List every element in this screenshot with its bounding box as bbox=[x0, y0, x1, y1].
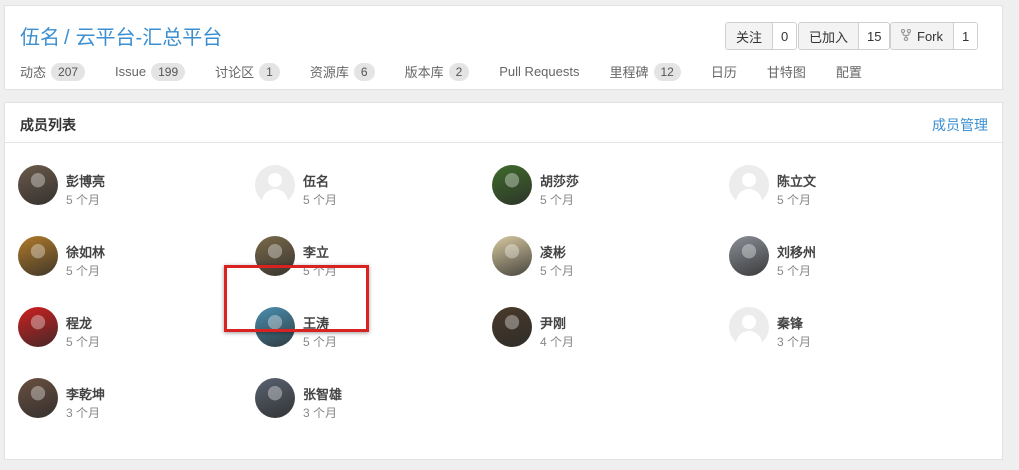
tab-activity[interactable]: 动态 207 bbox=[20, 62, 86, 81]
fork-label: Fork bbox=[917, 28, 943, 44]
tab-issue[interactable]: Issue 199 bbox=[115, 62, 186, 81]
member-avatar[interactable] bbox=[255, 378, 295, 418]
tab-count-badge: 199 bbox=[151, 62, 186, 81]
member-name[interactable]: 李乾坤 bbox=[66, 384, 105, 403]
tab-count-badge: 1 bbox=[259, 62, 280, 81]
tab-count-badge: 207 bbox=[51, 62, 86, 81]
member-joined-time: 5 个月 bbox=[66, 264, 101, 278]
member-avatar[interactable] bbox=[255, 165, 295, 205]
member-item[interactable]: 秦锋 3 个月 bbox=[729, 305, 929, 349]
tab-label: 配置 bbox=[835, 65, 862, 80]
member-name[interactable]: 凌彬 bbox=[540, 242, 566, 261]
tab-label: 资源库 bbox=[309, 65, 349, 80]
tab-count-badge: 2 bbox=[448, 62, 470, 81]
tab-label: 版本库 bbox=[404, 65, 444, 80]
project-link[interactable]: 云平台-汇总平台 bbox=[76, 27, 223, 49]
tab-count-badge: 6 bbox=[353, 62, 375, 81]
member-item[interactable]: 尹刚 4 个月 bbox=[492, 305, 692, 349]
member-item[interactable]: 伍名 5 个月 bbox=[255, 163, 455, 207]
owner-link[interactable]: 伍名 bbox=[20, 27, 60, 49]
member-avatar[interactable] bbox=[729, 236, 769, 276]
member-name[interactable]: 胡莎莎 bbox=[540, 171, 579, 190]
member-joined-time: 5 个月 bbox=[777, 193, 812, 207]
member-name[interactable]: 刘移州 bbox=[777, 242, 816, 261]
member-name[interactable]: 张智雄 bbox=[303, 384, 342, 403]
member-name[interactable]: 李立 bbox=[303, 242, 329, 261]
member-name[interactable]: 陈立文 bbox=[777, 171, 816, 190]
member-item[interactable]: 程龙 5 个月 bbox=[18, 305, 218, 349]
tab-gantt[interactable]: 甘特图 bbox=[767, 62, 806, 81]
member-item[interactable]: 陈立文 5 个月 bbox=[729, 163, 929, 207]
member-name[interactable]: 程龙 bbox=[66, 313, 92, 332]
tab-label: Pull Requests bbox=[499, 64, 580, 79]
member-avatar[interactable] bbox=[729, 307, 769, 347]
tab-resources[interactable]: 资源库 6 bbox=[310, 62, 375, 81]
member-joined-time: 5 个月 bbox=[66, 335, 101, 349]
member-avatar[interactable] bbox=[18, 236, 58, 276]
member-name[interactable]: 伍名 bbox=[303, 171, 329, 190]
tab-label: 动态 bbox=[20, 65, 47, 80]
project-tabs: 动态 207 Issue 199 讨论区 1 资源库 6 版本库 2 Pull Reque… bbox=[20, 62, 892, 81]
member-item[interactable]: 凌彬 5 个月 bbox=[492, 234, 692, 278]
member-item[interactable]: 彭博亮 5 个月 bbox=[18, 163, 218, 207]
fork-button[interactable]: Fork bbox=[891, 23, 954, 49]
members-header: 成员列表 成员管理 bbox=[5, 103, 1002, 143]
member-joined-time: 5 个月 bbox=[66, 193, 101, 207]
member-joined-time: 5 个月 bbox=[777, 264, 812, 278]
manage-members-link[interactable]: 成员管理 bbox=[932, 115, 988, 135]
title-separator: / bbox=[64, 27, 70, 49]
member-avatar[interactable] bbox=[18, 307, 58, 347]
tab-label: 讨论区 bbox=[215, 65, 255, 80]
member-avatar[interactable] bbox=[492, 307, 532, 347]
member-item[interactable]: 胡莎莎 5 个月 bbox=[492, 163, 692, 207]
tab-count-badge: 12 bbox=[653, 62, 681, 81]
fork-count[interactable]: 1 bbox=[954, 23, 978, 49]
project-header-panel: 伍名 / 云平台-汇总平台 关注 0 已加入 15 Fork 1 动态 207 Iss… bbox=[4, 5, 1003, 90]
member-joined-time: 3 个月 bbox=[66, 406, 101, 420]
member-avatar[interactable] bbox=[18, 165, 58, 205]
members-panel: 成员列表 成员管理 彭博亮 5 个月 伍名 5 个月 胡莎莎 5 个月 陈立文 5 个月 徐如林… bbox=[4, 102, 1003, 460]
member-avatar[interactable] bbox=[492, 165, 532, 205]
member-avatar[interactable] bbox=[729, 165, 769, 205]
members-title: 成员列表 bbox=[20, 117, 76, 133]
tab-discussion[interactable]: 讨论区 1 bbox=[215, 62, 280, 81]
tab-milestones[interactable]: 里程碑 12 bbox=[609, 62, 681, 81]
member-joined-time: 4 个月 bbox=[540, 335, 575, 349]
tab-repository[interactable]: 版本库 2 bbox=[405, 62, 470, 81]
joined-count[interactable]: 15 bbox=[859, 23, 890, 49]
member-name[interactable]: 徐如林 bbox=[66, 242, 105, 261]
member-name[interactable]: 尹刚 bbox=[540, 313, 566, 332]
joined-button[interactable]: 已加入 bbox=[799, 23, 860, 49]
tab-label: Issue bbox=[115, 64, 147, 79]
member-item[interactable]: 张智雄 3 个月 bbox=[255, 376, 455, 420]
project-title: 伍名 / 云平台-汇总平台 bbox=[20, 21, 222, 50]
member-avatar[interactable] bbox=[18, 378, 58, 418]
watch-button-group: 关注 0 bbox=[725, 22, 798, 50]
member-item[interactable]: 李乾坤 3 个月 bbox=[18, 376, 218, 420]
highlight-box bbox=[224, 265, 369, 332]
tab-settings[interactable]: 配置 bbox=[836, 62, 862, 81]
tab-label: 甘特图 bbox=[766, 65, 806, 80]
tab-pull-requests[interactable]: Pull Requests bbox=[499, 64, 579, 79]
member-item[interactable]: 徐如林 5 个月 bbox=[18, 234, 218, 278]
tab-calendar[interactable]: 日历 bbox=[711, 62, 737, 81]
fork-button-group: Fork 1 bbox=[890, 22, 979, 50]
watch-count[interactable]: 0 bbox=[773, 23, 797, 49]
member-avatar[interactable] bbox=[492, 236, 532, 276]
member-joined-time: 5 个月 bbox=[540, 264, 575, 278]
member-item[interactable]: 刘移州 5 个月 bbox=[729, 234, 929, 278]
member-joined-time: 5 个月 bbox=[540, 193, 575, 207]
member-joined-time: 5 个月 bbox=[303, 193, 338, 207]
joined-button-group: 已加入 15 bbox=[798, 22, 891, 50]
watch-button[interactable]: 关注 bbox=[726, 23, 774, 49]
tab-label: 日历 bbox=[710, 65, 737, 80]
member-joined-time: 5 个月 bbox=[303, 335, 338, 349]
member-name[interactable]: 秦锋 bbox=[777, 313, 803, 332]
member-joined-time: 3 个月 bbox=[777, 335, 812, 349]
member-joined-time: 3 个月 bbox=[303, 406, 338, 420]
fork-icon bbox=[900, 28, 912, 44]
tab-label: 里程碑 bbox=[609, 65, 649, 80]
member-name[interactable]: 彭博亮 bbox=[66, 171, 105, 190]
